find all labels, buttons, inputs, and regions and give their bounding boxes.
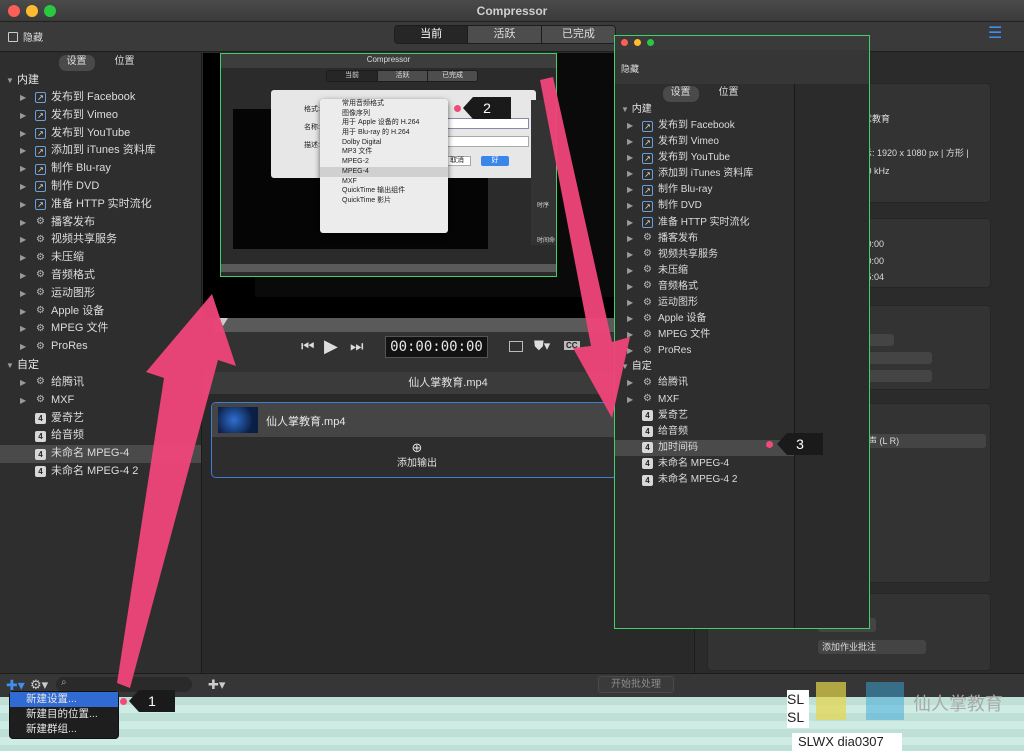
callout-dot-3 [766,441,773,448]
watermark-code: SLWX dia0307 [792,733,902,751]
annotation-arrows [117,77,630,688]
callout-dot-1 [120,698,127,705]
watermark-brand: 仙人掌教育 [913,694,1003,714]
arrow-2-icon [540,77,630,418]
callout-2: 2 [463,97,511,119]
callout-dot-2 [454,105,461,112]
watermark-side-code: SL SL [787,690,809,728]
arrow-1-icon [117,294,236,688]
watermark-logo-icon-2 [866,682,904,720]
watermark-logo-icon [816,682,846,720]
